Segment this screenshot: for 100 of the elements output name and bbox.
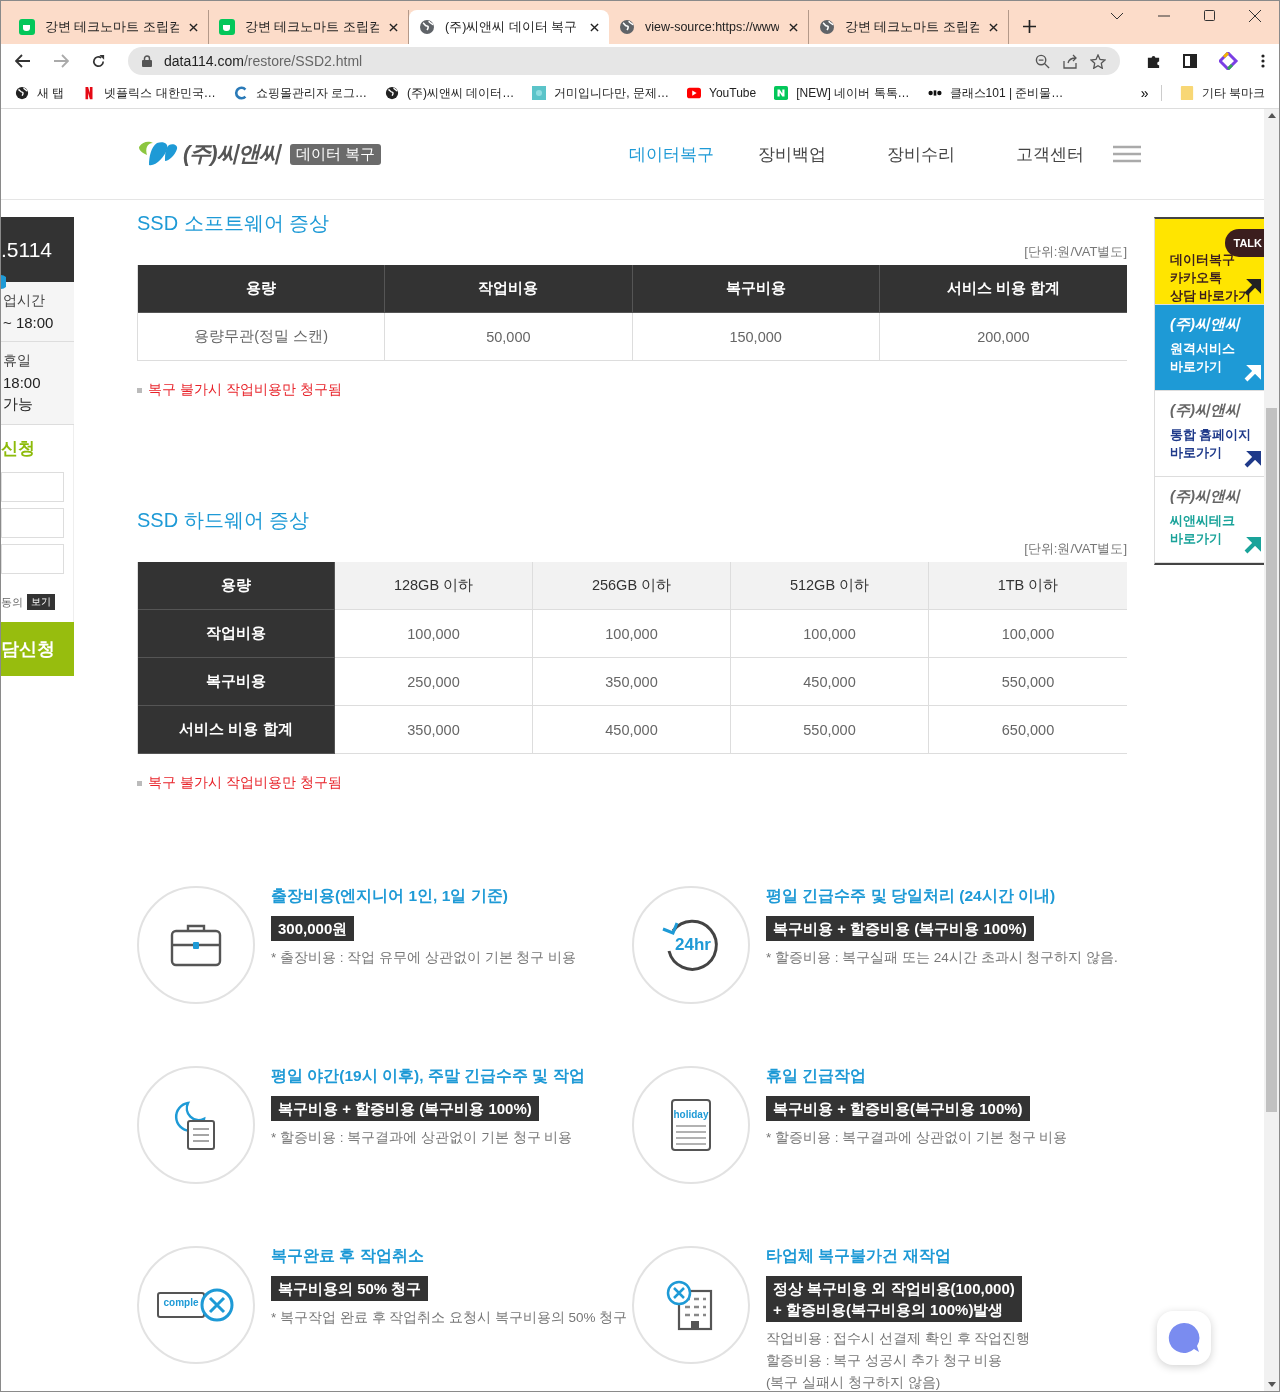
holiday-label: 휴일 [3,352,32,370]
back-icon[interactable] [15,54,31,68]
bookmark[interactable]: 거미입니다만, 문제… [532,84,670,102]
table-cell: 100,000 [533,610,731,658]
arrow-icon [1244,364,1262,382]
fee-note: * 할증비용 : 복구실패 또는 24시간 초과시 청구하지 않음. [766,949,1118,967]
input-field[interactable] [1,472,64,502]
unit-label: [단위:원/VAT별도] [1023,243,1127,261]
profile-icon[interactable] [1219,52,1239,70]
close-icon[interactable] [189,22,198,32]
chat-button[interactable] [1157,1311,1211,1365]
side-panel-icon[interactable] [1183,54,1197,68]
view-button[interactable]: 보기 [27,594,55,610]
bookmark[interactable]: 쇼핑몰관리자 로그… [233,84,368,102]
bullet-icon [137,387,142,393]
table-cell: 550,000 [929,658,1127,706]
close-icon[interactable] [590,22,599,32]
zoom-out-icon[interactable] [1035,53,1050,69]
browser-tab[interactable]: (주)씨앤씨 데이터 복구 [409,10,609,44]
column-header: 256GB 이하 [533,562,731,610]
bookmark[interactable]: 넷플릭스 대한민국… [82,84,216,102]
fee-note: (복구 실패시 청구하지 않음) [766,1374,941,1391]
thumbnail-icon [532,86,547,100]
nav-link[interactable]: 고객센터 [1016,142,1145,166]
calendar-icon: holiday [671,1099,711,1151]
hours-text: 18:00 [3,374,42,391]
table-header: 서비스 비용 합계 [879,265,1127,313]
arrow-icon [1244,536,1262,554]
company-logo[interactable]: (주)씨앤씨 데이터 복구 [137,139,381,169]
fee-title: 평일 야간(19시 이후), 주말 긴급수주 및 작업 [271,1066,585,1086]
price-badge: 복구비용 + 할증비용 (복구비용 100%) [766,916,1034,941]
new-tab-icon[interactable] [1023,20,1036,33]
address-bar[interactable]: data114.com/restore/SSD2.html [128,47,1120,75]
table-cell: 650,000 [929,706,1127,754]
table-cell: 350,000 [335,706,533,754]
table-cell: 250,000 [335,658,533,706]
fee-title: 타업체 복구불가건 재작업 [766,1246,951,1266]
globe-icon [819,19,835,35]
nav-link[interactable]: 장비수리 [887,142,1016,166]
card-text: 씨앤씨테크 [1170,513,1235,530]
star-icon[interactable] [1090,53,1106,69]
row-header: 서비스 비용 합계 [138,706,335,754]
close-icon[interactable] [389,22,398,32]
input-field[interactable] [1,508,64,538]
menu-icon[interactable] [1261,54,1265,68]
card-text: 바로가기 [1170,445,1222,462]
table-cell: 150,000 [632,313,880,361]
close-icon[interactable] [1249,9,1261,22]
fee-title: 복구완료 후 작업취소 [271,1246,424,1266]
fee-title: 휴일 긴급작업 [766,1066,867,1086]
section-title: SSD 하드웨어 증상 [137,508,311,533]
card-text: 바로가기 [1170,359,1222,376]
table-cell: 200,000 [879,313,1127,361]
close-icon[interactable] [789,22,798,32]
column-header: 128GB 이하 [335,562,533,610]
maximize-icon[interactable] [1204,10,1215,21]
form-title: 신청 [1,438,35,460]
table-header: 복구비용 [632,265,880,313]
card-text: 바로가기 [1170,531,1222,548]
agree-label: 동의 [1,594,23,610]
card-text: 상담 바로가기 [1170,288,1252,305]
bullet-icon [137,780,142,786]
puzzle-icon[interactable] [1146,53,1161,69]
bookmark[interactable]: (주)씨앤씨 데이터… [385,84,515,102]
url-text: data114.com/restore/SSD2.html [164,53,363,69]
reload-icon[interactable] [91,53,106,69]
card-text: 통합 홈페이지 [1170,427,1252,444]
bookmark[interactable]: [NEW] 네이버 톡톡… [774,84,910,102]
fee-title: 출장비용(엔지니어 1인, 1일 기준) [271,886,508,906]
share-icon[interactable] [1062,53,1078,69]
fee-note: 작업비용 : 접수시 선결제 확인 후 작업진행 [766,1330,1031,1348]
fee-note: * 복구작업 완료 후 작업취소 요청시 복구비용의 50% 청구 [271,1309,628,1327]
brand-logo: (주)씨앤씨 [1170,401,1242,420]
table-cell: 100,000 [929,610,1127,658]
bookmark-folder[interactable]: 기타 북마크 [1179,84,1265,102]
site-logo-icon [233,86,248,100]
nav-link[interactable]: 장비백업 [758,142,887,166]
scroll-down-icon[interactable] [1267,1382,1276,1387]
bookmark[interactable]: YouTube [687,86,757,100]
cup-icon [219,19,235,35]
table-header: 작업비용 [385,265,633,313]
holiday-note: 가능 [3,395,34,414]
hours-label: 업시간 [3,292,46,310]
close-icon[interactable] [989,22,998,32]
price-badge: 정상 복구비용 외 작업비용(100,000) + 할증비용(복구비용의 100%)발생 [766,1276,1022,1322]
table-cell: 450,000 [533,706,731,754]
more-bookmarks-button[interactable]: » [1140,85,1162,101]
globe-icon [619,19,635,35]
bookmark[interactable]: 클래스101 | 준비물… [927,84,1064,102]
fee-note: * 할증비용 : 복구결과에 상관없이 기본 청구 비용 [271,1129,573,1147]
scrollbar[interactable] [1264,109,1279,1391]
folder-icon [1179,86,1194,100]
chevron-down-icon[interactable] [1110,10,1124,21]
bookmark[interactable]: 새 탭 [15,84,65,102]
minimize-icon[interactable] [1158,14,1170,17]
browser-tab[interactable]: view-source:https://www [609,10,809,44]
scroll-up-icon[interactable] [1267,113,1276,118]
input-field[interactable] [1,544,64,574]
site-logo-icon [774,86,789,100]
table-cell: 용량무관(정밀 스캔) [138,313,386,361]
